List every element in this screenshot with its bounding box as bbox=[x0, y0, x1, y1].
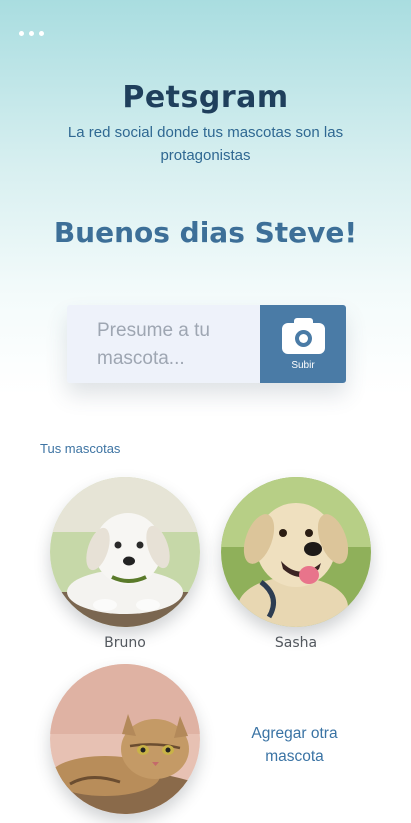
pet-name: Sasha bbox=[274, 635, 318, 651]
post-input[interactable] bbox=[67, 305, 260, 383]
pet-card-bruno[interactable]: Bruno bbox=[50, 477, 200, 651]
menu-dot bbox=[29, 31, 34, 36]
app-tagline: La red social donde tus mascotas son las… bbox=[67, 124, 344, 164]
upload-button[interactable]: Subir bbox=[260, 305, 346, 383]
greeting-text: Buenos dias Steve! bbox=[53, 216, 358, 249]
pet-card-sasha[interactable]: Sasha bbox=[221, 477, 371, 651]
camera-icon bbox=[281, 317, 325, 354]
pet-photo-cat bbox=[50, 664, 200, 814]
menu-dot bbox=[39, 31, 44, 36]
pet-name: Bruno bbox=[104, 635, 146, 651]
pet-photo-labrador bbox=[221, 477, 371, 627]
app-title: Petsgram bbox=[122, 80, 289, 115]
upload-label: Subir bbox=[291, 359, 315, 371]
pets-section-heading: Tus mascotas bbox=[40, 441, 121, 456]
pet-photo-puppy bbox=[50, 477, 200, 627]
pet-card-cat[interactable] bbox=[50, 664, 200, 822]
more-options-icon[interactable] bbox=[19, 31, 44, 36]
add-pet-link[interactable]: Agregar otra mascota bbox=[232, 722, 357, 768]
menu-dot bbox=[19, 31, 24, 36]
post-composer: Subir bbox=[67, 305, 346, 383]
